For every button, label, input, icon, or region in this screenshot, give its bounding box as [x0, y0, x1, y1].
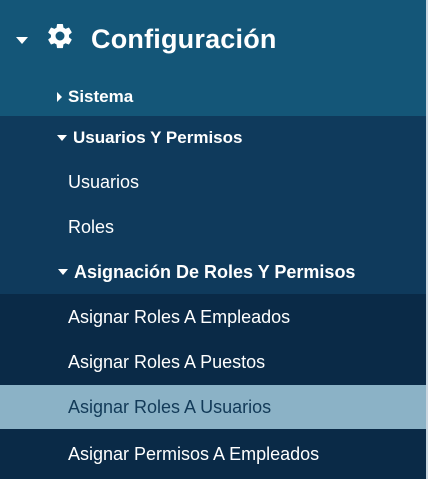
menu-item-sistema[interactable]: Sistema	[0, 78, 426, 116]
menu-item-label: Usuarios	[68, 171, 140, 192]
menu-item-label: Asignación De Roles Y Permisos	[74, 261, 356, 282]
menu-item-asignar-roles-empleados[interactable]: Asignar Roles A Empleados	[0, 294, 426, 340]
menu-item-asignar-roles-usuarios-active[interactable]: Asignar Roles A Usuarios	[0, 385, 426, 429]
menu-item-asignacion-roles-permisos[interactable]: Asignación De Roles Y Permisos	[0, 250, 426, 294]
menu-item-roles[interactable]: Roles	[0, 204, 426, 250]
menu-item-label: Usuarios Y Permisos	[73, 128, 243, 147]
caret-down-icon	[57, 135, 67, 141]
menu-item-label: Sistema	[68, 87, 134, 106]
menu-item-label: Asignar Roles A Usuarios	[68, 396, 272, 417]
menu-item-usuarios-permisos[interactable]: Usuarios Y Permisos	[0, 116, 426, 160]
caret-down-icon	[16, 36, 28, 44]
menu-item-label: Roles	[68, 216, 115, 237]
menu-item-asignar-roles-puestos[interactable]: Asignar Roles A Puestos	[0, 340, 426, 385]
menu-item-asignar-permisos-empleados[interactable]: Asignar Permisos A Empleados	[0, 429, 426, 479]
sidebar-menu: Configuración Sistema Usuarios Y Permiso…	[0, 0, 428, 479]
caret-down-icon	[58, 269, 68, 275]
gear-icon	[48, 23, 72, 49]
menu-item-label: Asignar Roles A Puestos	[68, 352, 266, 372]
menu-header-label: Configuración	[91, 23, 277, 54]
menu-header-configuracion[interactable]: Configuración	[0, 0, 426, 78]
menu-item-label: Asignar Roles A Empleados	[68, 306, 291, 327]
menu-item-usuarios[interactable]: Usuarios	[0, 160, 426, 204]
caret-right-icon	[57, 92, 62, 102]
menu-item-label: Asignar Permisos A Empleados	[68, 443, 320, 464]
